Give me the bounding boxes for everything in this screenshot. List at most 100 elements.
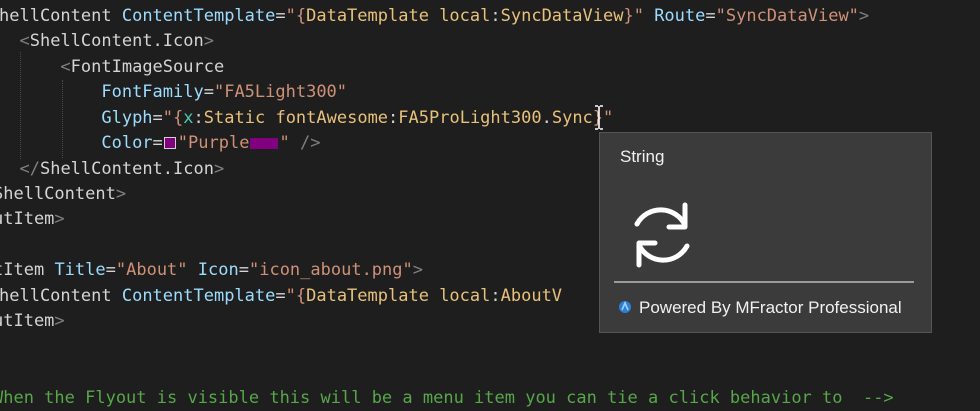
code-token: = — [152, 108, 163, 128]
code-line[interactable]: </ShellContent.Icon> — [0, 157, 224, 182]
code-token: > — [858, 6, 870, 26]
code-token: FA5ProLight300 — [398, 108, 542, 128]
tooltip-type-label: String — [620, 147, 665, 166]
code-token: > — [115, 184, 127, 204]
code-line[interactable]: FontFamily="FA5Light300" — [0, 80, 347, 105]
code-token: ShellContent — [0, 184, 116, 204]
sync-icon — [634, 202, 690, 268]
code-token: Icon — [197, 260, 239, 280]
color-preview — [250, 138, 279, 149]
code-token: > — [213, 159, 225, 179]
code-token: : — [388, 108, 399, 128]
code-token: Route — [654, 6, 706, 26]
code-token: Sync — [551, 108, 593, 128]
code-token: hellContent — [0, 286, 112, 306]
code-token: Color — [101, 133, 153, 153]
code-token: local — [439, 6, 491, 26]
code-token: AboutV — [500, 286, 563, 306]
tooltip-separator — [614, 281, 914, 283]
code-token: > — [203, 31, 214, 51]
code-token: utItem — [0, 311, 55, 331]
code-line[interactable]: utItem> — [0, 207, 65, 232]
code-token: = — [203, 82, 214, 102]
code-line[interactable]: utItem> — [0, 309, 65, 334]
code-token: ContentTemplate — [121, 286, 276, 306]
code-token: > — [54, 311, 65, 331]
code-token: </ — [19, 159, 40, 179]
color-swatch[interactable] — [163, 137, 176, 149]
code-token: ContentTemplate — [121, 6, 276, 26]
code-token: DataTemplate — [306, 286, 429, 306]
code-token: }" — [623, 6, 644, 26]
code-token: FontFamily — [101, 82, 204, 102]
code-token: Static — [203, 108, 266, 128]
code-token: SyncDataView — [500, 6, 624, 26]
code-token: tItem — [0, 260, 45, 280]
code-token: x — [183, 108, 194, 128]
code-token: : — [193, 108, 204, 128]
code-token: = — [275, 286, 286, 306]
code-line[interactable]: <ShellContent.Icon> — [0, 29, 214, 54]
code-token: fontAwesome — [275, 108, 389, 128]
code-token: < — [60, 57, 71, 77]
code-token: > — [412, 260, 423, 280]
code-line[interactable]: hellContent ContentTemplate="{DataTempla… — [0, 284, 562, 309]
code-token: = — [105, 260, 116, 280]
code-token: : — [490, 6, 501, 26]
code-line[interactable]: hellContent ContentTemplate="{DataTempla… — [0, 4, 869, 29]
code-token: "About" — [115, 260, 188, 280]
code-token: = — [152, 133, 163, 153]
code-token: DataTemplate — [306, 6, 429, 26]
quick-info-tooltip: String Powered By MFractor Professional — [599, 132, 932, 333]
code-token: = — [275, 6, 286, 26]
code-token: = — [238, 260, 249, 280]
code-token: utItem — [0, 209, 55, 229]
code-token: "SyncDataView" — [715, 6, 859, 26]
code-token: When the Flyout is visible this will be … — [0, 388, 894, 408]
code-token: . — [541, 108, 552, 128]
code-token: " — [279, 133, 290, 153]
powered-by-label: Powered By MFractor Professional — [639, 298, 902, 317]
code-token: = — [705, 6, 716, 26]
code-token: Glyph — [101, 108, 153, 128]
code-token: hellContent — [0, 6, 112, 26]
code-line[interactable]: <FontImageSource — [0, 55, 224, 80]
code-token: < — [19, 31, 30, 51]
code-line[interactable]: When the Flyout is visible this will be … — [0, 386, 894, 411]
code-token: local — [439, 286, 491, 306]
text-cursor-icon — [595, 105, 603, 130]
code-token: : — [490, 286, 501, 306]
code-line[interactable]: ShellContent> — [0, 182, 126, 207]
code-token: "Purple — [177, 133, 250, 153]
code-token: ShellContent.Icon — [29, 31, 204, 51]
code-line[interactable]: tItem Title="About" Icon="icon_about.png… — [0, 258, 423, 283]
code-token: "{ — [285, 286, 307, 306]
code-token: /> — [299, 133, 321, 153]
code-token: "{ — [162, 108, 184, 128]
code-token: "{ — [285, 6, 307, 26]
code-token: ShellContent.Icon — [39, 159, 214, 179]
code-token: "FA5Light300" — [213, 82, 348, 102]
code-token: Title — [54, 260, 106, 280]
code-token: > — [54, 209, 65, 229]
code-line[interactable]: Glyph="{x:Static fontAwesome:FA5ProLight… — [0, 106, 613, 131]
code-line[interactable]: Color= "Purple " /> — [0, 131, 320, 156]
mfractor-logo-icon — [619, 300, 631, 313]
code-token: "icon_about.png" — [248, 260, 413, 280]
code-token: FontImageSource — [70, 57, 225, 77]
